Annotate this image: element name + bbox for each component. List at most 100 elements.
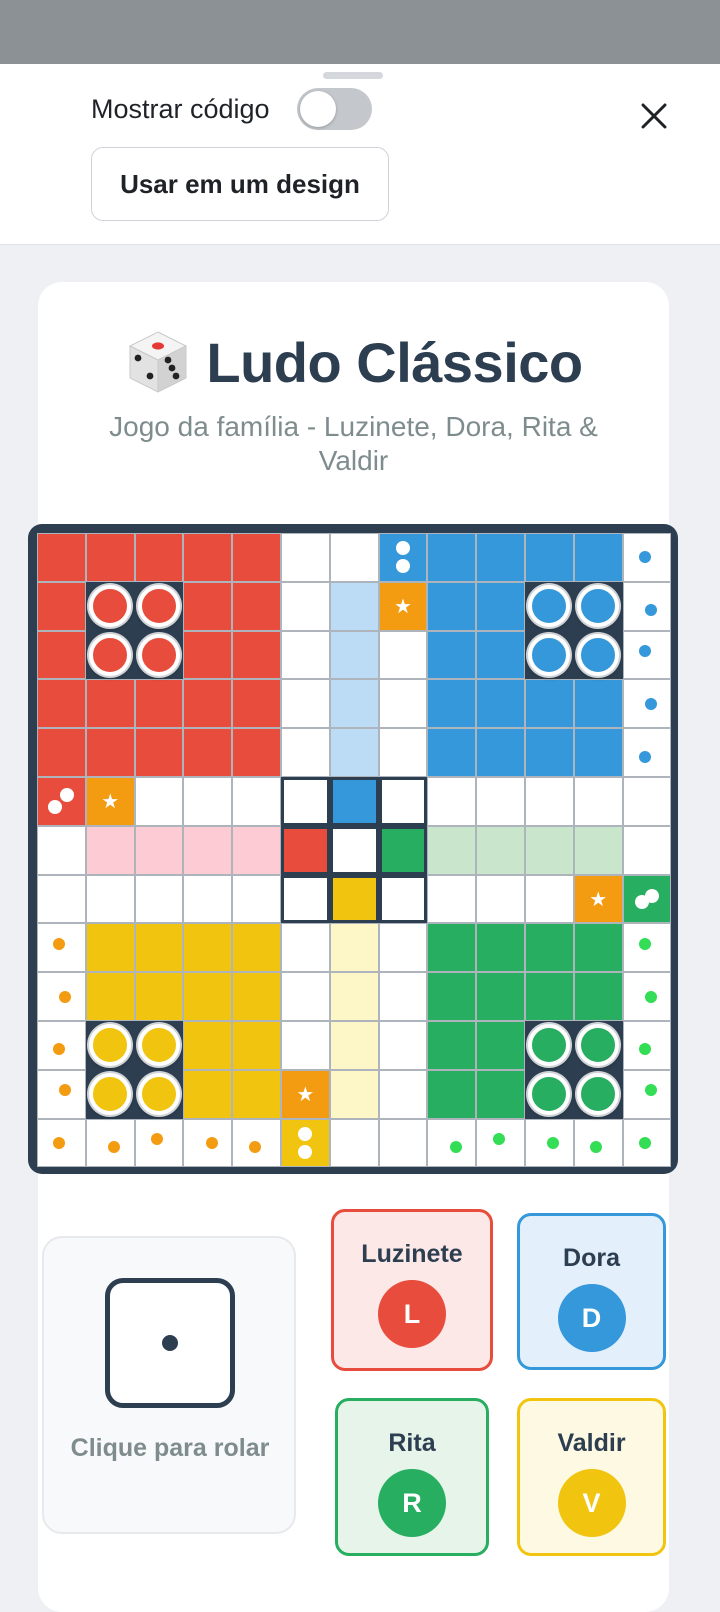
- drag-handle[interactable]: [323, 72, 383, 79]
- board-cell: [232, 923, 281, 973]
- board-cell: [281, 581, 330, 631]
- player-card-luzinete[interactable]: Luzinete L: [331, 1209, 493, 1371]
- blue-start-cell: [378, 533, 428, 582]
- center-blue-cell: [329, 777, 379, 826]
- yellow-path-dot: [151, 1133, 163, 1145]
- board-cell: [573, 679, 623, 729]
- status-bar: [0, 0, 720, 64]
- player-card-valdir[interactable]: Valdir V: [517, 1398, 666, 1556]
- board-cell: [525, 679, 574, 729]
- board-cell: [85, 728, 135, 777]
- star-icon: ★: [394, 595, 412, 618]
- yellow-path-dot: [205, 1137, 218, 1149]
- green-path-dot: [639, 937, 651, 950]
- player-card-rita[interactable]: Rita R: [335, 1398, 489, 1556]
- board-cell: [525, 923, 574, 973]
- blue-home-column-cell: [329, 679, 379, 729]
- board-cell: [37, 630, 86, 680]
- board-cell: [134, 874, 184, 924]
- board-cell: [525, 728, 574, 777]
- board-cell: [183, 533, 233, 582]
- board-cell: [232, 630, 281, 680]
- board-cell: [37, 679, 86, 729]
- board-cell: [281, 630, 330, 680]
- board-cell: [281, 728, 330, 777]
- board-cell: [476, 1021, 525, 1070]
- board-cell: [378, 1021, 428, 1070]
- board-cell: [232, 777, 281, 826]
- board-cell: [476, 972, 525, 1021]
- board-cell: [573, 923, 623, 973]
- yellow-home-column-cell: [329, 1021, 379, 1070]
- board-cell: [476, 630, 525, 680]
- board-cell: [622, 777, 672, 826]
- player-card-dora[interactable]: Dora D: [517, 1213, 666, 1370]
- board-cell: [232, 533, 281, 582]
- board-cell: [85, 972, 135, 1021]
- center-cell: [329, 825, 379, 875]
- board-cell: [281, 923, 330, 973]
- star-icon: ★: [296, 1083, 315, 1106]
- yellow-piece[interactable]: [138, 1073, 180, 1116]
- center-yellow-cell: [329, 874, 379, 924]
- board-cell: [427, 1021, 477, 1070]
- use-in-design-button[interactable]: Usar em um design: [91, 147, 389, 221]
- board-cell: [622, 825, 672, 875]
- board-cell: [378, 923, 428, 973]
- red-piece[interactable]: [138, 585, 180, 628]
- board-cell: [85, 679, 135, 729]
- red-piece[interactable]: [138, 634, 180, 676]
- dice-caption: Clique para rolar: [70, 1434, 270, 1462]
- board-cell: [476, 777, 525, 826]
- game-subtitle: Jogo da família - Luzinete, Dora, Rita &…: [109, 411, 598, 476]
- center-cell: [378, 874, 428, 924]
- blue-piece[interactable]: [577, 634, 620, 676]
- board-cell: [476, 581, 525, 631]
- board-cell: [378, 728, 428, 777]
- board-cell: [427, 777, 477, 826]
- board-cell: [525, 972, 574, 1021]
- board-cell: [427, 1069, 477, 1119]
- board-cell: [476, 874, 525, 924]
- close-icon[interactable]: [634, 96, 674, 136]
- dice-button[interactable]: [105, 1278, 235, 1408]
- board-cell: [476, 1069, 525, 1119]
- board-cell: [281, 1021, 330, 1070]
- green-home-column-cell: [476, 825, 525, 875]
- yellow-home-column-cell: [329, 923, 379, 973]
- board-cell: [183, 679, 233, 729]
- board-cell: [232, 728, 281, 777]
- yellow-home-column-cell: [329, 1069, 379, 1119]
- green-home-column-cell: [525, 825, 574, 875]
- board-cell: [232, 1069, 281, 1119]
- show-code-toggle[interactable]: [297, 88, 372, 130]
- red-home-column-cell: [134, 825, 184, 875]
- board-cell: [183, 728, 233, 777]
- board-cell: [183, 581, 233, 631]
- board-cell: [134, 972, 184, 1021]
- board-cell: [329, 533, 379, 582]
- board-cell: [134, 777, 184, 826]
- board-cell: [427, 679, 477, 729]
- title-row: Ludo Clássico: [38, 328, 669, 396]
- green-home-column-cell: [427, 825, 477, 875]
- center-cell: [281, 874, 330, 924]
- star-icon: ★: [101, 791, 120, 813]
- green-path-dot: [449, 1141, 462, 1153]
- blue-home-column-cell: [329, 728, 379, 777]
- green-start-marker: [645, 889, 659, 903]
- board-cell: [134, 533, 184, 582]
- red-piece[interactable]: [89, 634, 132, 676]
- red-start-cell: [37, 777, 86, 826]
- blue-home-column-cell: [329, 630, 379, 680]
- board-cell: [573, 972, 623, 1021]
- yellow-path-dot: [59, 990, 72, 1003]
- center-red-cell: [281, 825, 330, 875]
- board-cell: [427, 874, 477, 924]
- dice-icon: [129, 331, 188, 393]
- board-cell: [329, 1118, 379, 1168]
- star-icon: ★: [589, 888, 608, 911]
- board-cell: [183, 923, 233, 973]
- dice-pip: [162, 1335, 178, 1351]
- game-title: Ludo Clássico: [206, 330, 583, 394]
